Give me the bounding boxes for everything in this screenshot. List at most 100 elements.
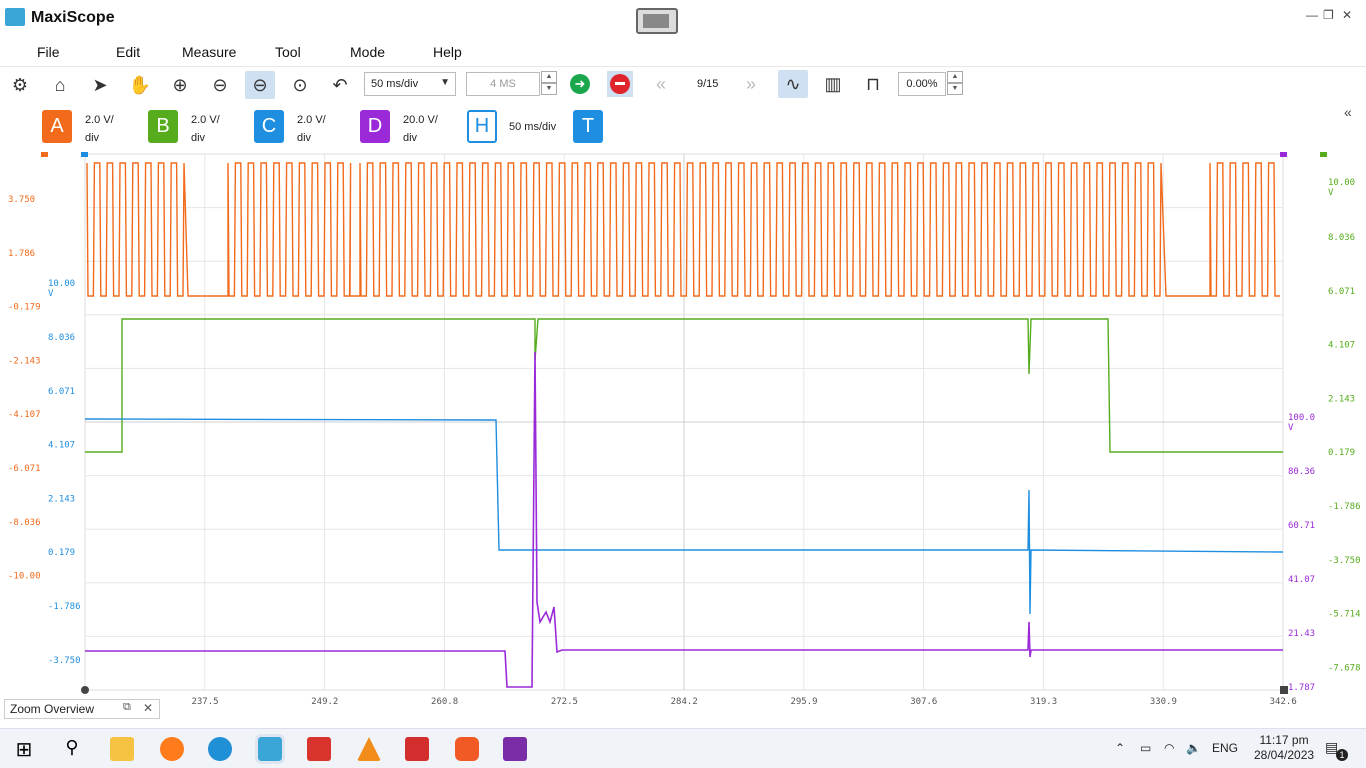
app-logo-icon bbox=[5, 8, 25, 26]
chevron-up-icon[interactable]: ⌃ bbox=[1115, 741, 1125, 755]
channel-d-tick-label: 41.07 bbox=[1288, 575, 1315, 585]
time-tick-label: 237.5 bbox=[191, 697, 218, 707]
channel-c-marker[interactable] bbox=[81, 152, 88, 157]
samples-input[interactable]: 4 MS bbox=[466, 72, 540, 96]
menu-edit[interactable]: Edit bbox=[116, 44, 140, 60]
menu-tool[interactable]: Tool bbox=[275, 44, 301, 60]
timebase-select[interactable]: 50 ms/div ▼ bbox=[364, 72, 456, 96]
zoom-in-icon[interactable]: ⊕ bbox=[165, 71, 195, 99]
close-icon[interactable]: ✕ bbox=[143, 701, 153, 715]
windows-start-icon[interactable]: ⊞ bbox=[12, 737, 36, 761]
fast-forward-icon[interactable]: » bbox=[736, 70, 766, 98]
trigger-button[interactable]: T bbox=[573, 110, 603, 143]
channel-d-unit-label: V bbox=[1288, 423, 1294, 433]
menu-file[interactable]: File bbox=[37, 44, 60, 60]
edge-icon[interactable] bbox=[208, 737, 232, 761]
channel-c-tick-label: 4.107 bbox=[48, 441, 75, 451]
timebase-value: 50 ms/div bbox=[371, 78, 419, 90]
channel-a-tick-label: -8.036 bbox=[8, 518, 41, 528]
channel-d-scale: 20.0 V/div bbox=[403, 111, 438, 147]
zoom-end-handle[interactable] bbox=[1280, 686, 1288, 694]
volume-icon[interactable]: 🔈 bbox=[1186, 741, 1201, 755]
time-tick-label: 284.2 bbox=[671, 697, 698, 707]
channel-d-tick-label: 21.43 bbox=[1288, 629, 1315, 639]
channel-c-button[interactable]: C bbox=[254, 110, 284, 143]
channel-c-tick-label: 8.036 bbox=[48, 333, 75, 343]
onenote-icon[interactable] bbox=[503, 737, 527, 761]
undo-icon[interactable]: ↶ bbox=[325, 71, 355, 99]
search-icon[interactable]: ⚲ bbox=[60, 737, 84, 761]
rewind-icon[interactable]: « bbox=[646, 70, 676, 98]
channel-d-marker[interactable] bbox=[1280, 152, 1287, 157]
restore-button[interactable]: ❐ bbox=[1323, 8, 1334, 22]
percent-stepper[interactable]: ▲ ▼ bbox=[947, 71, 963, 97]
channel-b-scale-line1: 2.0 V/ bbox=[191, 114, 220, 126]
channel-a-button[interactable]: A bbox=[42, 110, 72, 143]
channel-b-button[interactable]: B bbox=[148, 110, 178, 143]
channel-b-marker[interactable] bbox=[1320, 152, 1327, 157]
channel-a-tick-label: -0.179 bbox=[8, 303, 41, 313]
zoom-100-icon[interactable]: ⊙ bbox=[285, 71, 315, 99]
channel-a-scale-line2: div bbox=[85, 132, 100, 144]
maxiscope-taskbar-icon[interactable] bbox=[255, 734, 285, 764]
close-button[interactable]: ✕ bbox=[1342, 8, 1352, 22]
channel-d-button[interactable]: D bbox=[360, 110, 390, 143]
channel-c-unit-label: 10.00 bbox=[48, 279, 75, 289]
channel-c-tick-label: 0.179 bbox=[48, 548, 75, 558]
zoom-out-icon[interactable]: ⊖ bbox=[205, 71, 235, 99]
time-tick-label: 260.8 bbox=[431, 697, 458, 707]
hand-pan-icon[interactable]: ✋ bbox=[125, 71, 155, 99]
pin-icon[interactable]: ⧉ bbox=[123, 701, 131, 714]
wifi-icon[interactable]: ◠ bbox=[1164, 741, 1174, 755]
app-checker-icon[interactable] bbox=[307, 737, 331, 761]
settings-gear-icon[interactable]: ⚙ bbox=[5, 71, 35, 99]
bars-wave-icon[interactable]: ▥ bbox=[818, 70, 848, 98]
percent-input[interactable]: 0.00% bbox=[898, 72, 946, 96]
run-arrow-icon[interactable]: ➜ bbox=[570, 74, 590, 94]
channel-d-tick-label: 80.36 bbox=[1288, 467, 1315, 477]
firefox-icon[interactable] bbox=[160, 737, 184, 761]
minimize-button[interactable]: — bbox=[1306, 8, 1318, 22]
menu-measure[interactable]: Measure bbox=[182, 44, 236, 60]
vlc-icon[interactable] bbox=[357, 737, 381, 761]
file-explorer-icon[interactable] bbox=[110, 737, 134, 761]
channel-c-tick-label: 2.143 bbox=[48, 494, 75, 504]
app-title: MaxiScope bbox=[31, 9, 115, 26]
language-indicator[interactable]: ENG bbox=[1212, 741, 1238, 755]
device-icon[interactable] bbox=[636, 8, 678, 34]
scope-plot[interactable]: 3.750 1.786 -0.179 -2.143 -4.107 -6.071 -8.036… bbox=[0, 152, 1366, 727]
channel-b-tick-label: 0.179 bbox=[1328, 448, 1355, 458]
chevron-down-icon: ▼ bbox=[440, 77, 450, 88]
brave-icon[interactable] bbox=[455, 737, 479, 761]
square-wave-icon[interactable]: ⊓ bbox=[858, 70, 888, 98]
sine-wave-icon[interactable]: ∿ bbox=[778, 70, 808, 98]
zoom-overview-panel[interactable]: Zoom Overview ⧉ ✕ bbox=[4, 699, 160, 719]
pdf-reader-icon[interactable] bbox=[405, 737, 429, 761]
channel-b-scale-line2: div bbox=[191, 132, 206, 144]
toolbar: ⚙ ⌂ ➤ ✋ ⊕ ⊖ ⊖ ⊙ ↶ bbox=[0, 66, 1366, 102]
horizontal-scale: 50 ms/div bbox=[509, 121, 557, 133]
home-icon[interactable]: ⌂ bbox=[45, 71, 75, 99]
page-counter: 9/15 bbox=[697, 78, 719, 90]
axis-labels-channel-a: 3.750 1.786 -0.179 -2.143 -4.107 -6.071 -8.036… bbox=[8, 195, 41, 582]
channel-a-scale: 2.0 V/div bbox=[85, 111, 114, 147]
clock[interactable]: 11:17 pm 28/04/2023 bbox=[1254, 733, 1314, 763]
menu-help[interactable]: Help bbox=[433, 44, 462, 60]
zoom-start-handle[interactable] bbox=[81, 686, 89, 694]
zoom-fit-icon[interactable]: ⊖ bbox=[245, 71, 275, 99]
battery-icon[interactable]: ▭ bbox=[1140, 741, 1151, 755]
menu-mode[interactable]: Mode bbox=[350, 44, 385, 60]
horizontal-button[interactable]: H bbox=[467, 110, 497, 143]
channel-a-tick-label: -2.143 bbox=[8, 356, 41, 366]
stop-icon[interactable] bbox=[607, 71, 633, 97]
time-tick-label: 307.6 bbox=[910, 697, 937, 707]
collapse-panel-icon[interactable]: « bbox=[1344, 104, 1352, 120]
channel-b-tick-label: 2.143 bbox=[1328, 394, 1355, 404]
pointer-icon[interactable]: ➤ bbox=[85, 71, 115, 99]
channel-a-marker[interactable] bbox=[41, 152, 48, 157]
time-tick-label: 319.3 bbox=[1030, 697, 1057, 707]
samples-stepper[interactable]: ▲ ▼ bbox=[541, 71, 557, 97]
channel-c-scale-line1: 2.0 V/ bbox=[297, 114, 326, 126]
channel-a-tick-label: 3.750 bbox=[8, 195, 35, 205]
axis-labels-time: 237.5 249.2 260.8 272.5 284.2 295.9 307.6 319.3… bbox=[191, 697, 1296, 707]
